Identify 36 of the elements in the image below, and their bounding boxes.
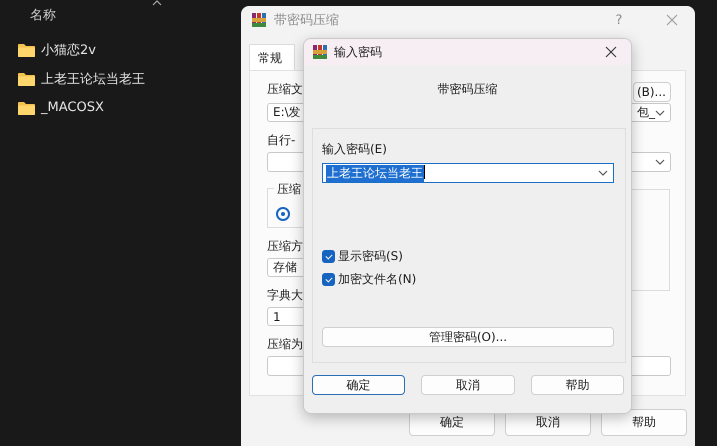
browse-button[interactable]: (B)... [633, 82, 671, 102]
close-icon[interactable] [605, 46, 617, 58]
field-label: 输入密码(E) [322, 141, 388, 158]
field-label: 压缩方 [267, 238, 303, 252]
dialog-button[interactable]: 取消 [421, 375, 515, 395]
dialog-button[interactable]: 帮助 [601, 409, 687, 436]
dialog-button[interactable]: 帮助 [530, 375, 624, 395]
dialog-heading: 带密码压缩 [436, 81, 498, 96]
radio-button[interactable] [276, 207, 290, 221]
checkbox-label[interactable]: 加密文件名(N) [338, 271, 416, 288]
chevron-down-icon [655, 159, 665, 165]
folder-icon [18, 42, 35, 56]
checkbox[interactable] [322, 250, 335, 263]
checkbox[interactable] [322, 273, 335, 286]
folder-item[interactable]: 上老王论坛当老王 [18, 67, 240, 90]
field-label: 字典大 [267, 287, 303, 301]
books-icon [312, 44, 328, 60]
tab[interactable]: 常规 [249, 44, 295, 70]
sort-up-icon [152, 0, 162, 6]
folder-item[interactable]: _MACOSX [18, 96, 240, 119]
dialog-title: 输入密码 [334, 44, 383, 60]
folder-icon [18, 100, 35, 114]
field-label: 压缩文 [267, 81, 303, 95]
manage-passwords-button[interactable]: 管理密码(O)... [322, 327, 614, 347]
window-title: 带密码压缩 [274, 12, 340, 29]
books-icon [251, 12, 267, 28]
chevron-down-icon [655, 110, 665, 116]
chevron-down-icon [598, 170, 608, 176]
column-header[interactable]: 名称 [30, 6, 56, 28]
checkbox-label[interactable]: 显示密码(S) [338, 248, 403, 265]
field-label: 自行- [267, 132, 296, 146]
folder-item[interactable]: 小猫恋2v [18, 38, 240, 61]
folder-icon [18, 72, 35, 86]
password-combo[interactable]: 上老王论坛当老王 [322, 163, 614, 183]
dialog-button[interactable]: 确定 [312, 375, 406, 395]
field-label: 压缩为 [267, 336, 303, 350]
